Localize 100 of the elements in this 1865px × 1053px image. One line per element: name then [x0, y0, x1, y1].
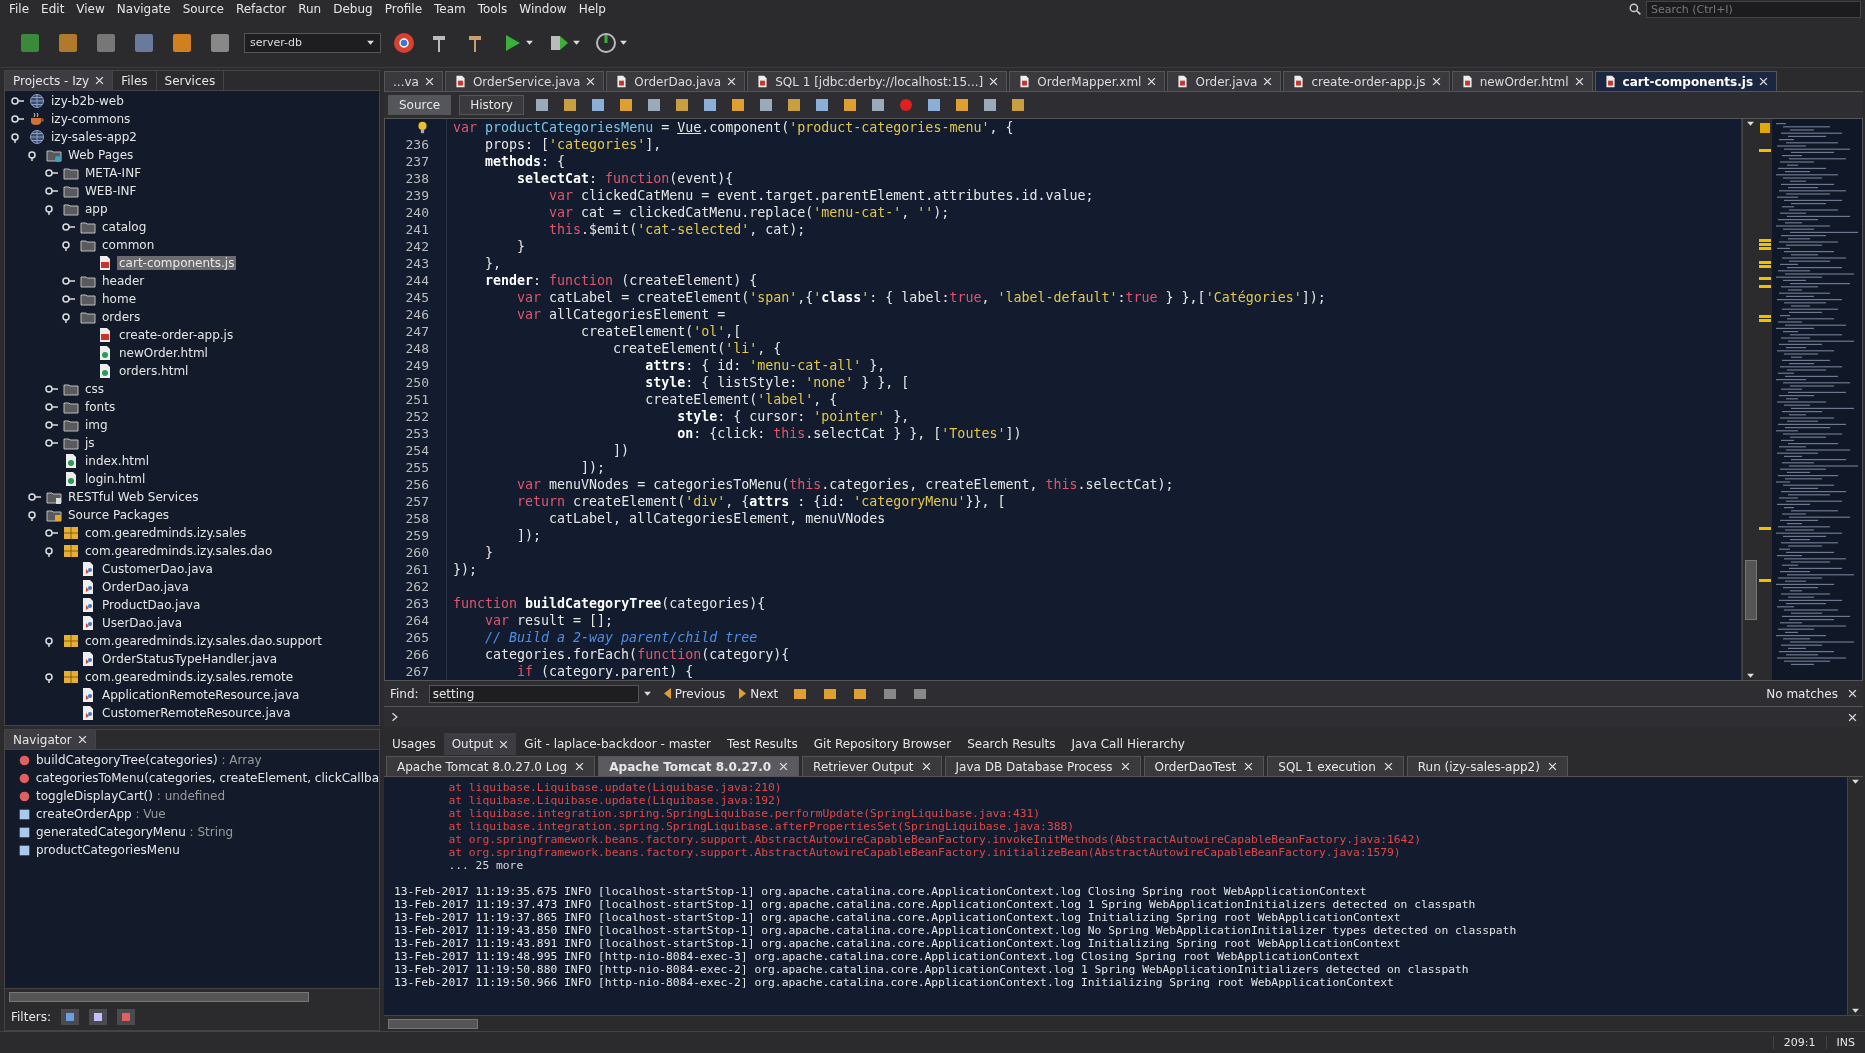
- expand-toggle-icon[interactable]: [62, 275, 76, 287]
- search-field[interactable]: Search (Ctrl+I): [1646, 0, 1861, 18]
- tree-item[interactable]: Source Packages: [66, 508, 172, 522]
- expand-toggle-icon[interactable]: [62, 293, 76, 305]
- tree-item[interactable]: RESTful Web Services: [66, 490, 201, 504]
- tree-item[interactable]: com.gearedminds.izy.sales.remote: [83, 670, 296, 684]
- panel-tab[interactable]: Files: [113, 71, 157, 90]
- menu-item[interactable]: Source: [177, 2, 229, 16]
- editor-tab[interactable]: cart-components.js: [1594, 71, 1778, 91]
- expand-toggle-icon[interactable]: [45, 383, 59, 395]
- menu-item[interactable]: Window: [514, 2, 572, 16]
- editor-tab[interactable]: create-order-app.js: [1283, 71, 1450, 91]
- panel-tab[interactable]: Services: [156, 71, 225, 90]
- output-tab[interactable]: Usages: [384, 733, 444, 755]
- expand-toggle-icon[interactable]: [45, 527, 59, 539]
- tree-item[interactable]: OrderStatusTypeHandler.java: [100, 652, 279, 666]
- output-subtab[interactable]: Retriever Output: [802, 756, 942, 776]
- expand-toggle-icon[interactable]: [45, 401, 59, 413]
- tree-item[interactable]: Web Pages: [66, 148, 136, 162]
- output-tab[interactable]: Search Results: [959, 733, 1064, 755]
- tree-item[interactable]: index.html: [83, 454, 151, 468]
- tree-item[interactable]: app: [83, 202, 110, 216]
- editor-tab[interactable]: OrderDao.java: [606, 71, 746, 91]
- filter-icon[interactable]: [89, 1009, 107, 1025]
- tree-item[interactable]: ApplicationRemoteResource.java: [100, 688, 302, 702]
- tree-item[interactable]: izy-b2b-web: [49, 94, 126, 108]
- tree-item[interactable]: login.html: [83, 472, 148, 486]
- menu-item[interactable]: File: [4, 2, 35, 16]
- next-button[interactable]: Next: [737, 686, 781, 701]
- menu-item[interactable]: Profile: [379, 2, 427, 16]
- tree-item[interactable]: cart-components.js: [117, 256, 237, 270]
- tree-item[interactable]: img: [83, 418, 110, 432]
- menu-item[interactable]: Run: [293, 2, 327, 16]
- menu-item[interactable]: Debug: [328, 2, 378, 16]
- scrollbar-thumb[interactable]: [9, 991, 309, 1002]
- tree-item[interactable]: izy-sales-app2: [49, 130, 139, 144]
- tree-item[interactable]: create-order-app.js: [117, 328, 236, 342]
- tree-item[interactable]: catalog: [100, 220, 149, 234]
- view-tab[interactable]: History: [459, 95, 524, 115]
- output-tab[interactable]: Git - laplace-backdoor - master: [516, 733, 719, 755]
- output-tab[interactable]: Test Results: [718, 733, 806, 755]
- expand-toggle-icon[interactable]: [45, 167, 59, 179]
- tree-item[interactable]: newOrder.html: [117, 346, 210, 360]
- scrollbar-thumb[interactable]: [1744, 559, 1757, 620]
- editor-tab[interactable]: Order.java: [1167, 71, 1282, 91]
- tree-item[interactable]: com.gearedminds.izy.sales.dao: [83, 544, 275, 558]
- tree-item[interactable]: orders.html: [117, 364, 191, 378]
- editor-tab[interactable]: ...va: [384, 71, 443, 91]
- navigator-item[interactable]: buildCategoryTree(categories) : Array: [36, 753, 262, 767]
- expand-toggle-icon[interactable]: [11, 113, 25, 125]
- lightbulb-icon[interactable]: [416, 121, 429, 134]
- tree-item[interactable]: fonts: [83, 400, 118, 414]
- editor-tab[interactable]: newOrder.html: [1451, 71, 1593, 91]
- tree-item[interactable]: common: [100, 238, 157, 252]
- output-tab[interactable]: Java Call Hierarchy: [1063, 733, 1193, 755]
- navigator-item[interactable]: toggleDisplayCart() : undefined: [36, 789, 225, 803]
- filter-icon[interactable]: [117, 1009, 135, 1025]
- find-field[interactable]: setting: [428, 684, 639, 703]
- tree-item[interactable]: META-INF: [83, 166, 144, 180]
- scrollbar[interactable]: [1742, 119, 1758, 680]
- menu-item[interactable]: Help: [573, 2, 611, 16]
- expand-toggle-icon[interactable]: [45, 437, 59, 449]
- tree-item[interactable]: header: [100, 274, 147, 288]
- editor-tab[interactable]: OrderMapper.xml: [1009, 71, 1166, 91]
- tree-item[interactable]: js: [83, 436, 97, 450]
- output-subtab[interactable]: SQL 1 execution: [1267, 756, 1404, 776]
- panel-tab[interactable]: Projects - Izy: [5, 71, 114, 90]
- scrollbar[interactable]: [1847, 777, 1863, 1015]
- expand-toggle-icon[interactable]: [62, 221, 76, 233]
- output-tab[interactable]: Output: [443, 733, 517, 755]
- menu-item[interactable]: Edit: [36, 2, 70, 16]
- output-subtab[interactable]: OrderDaoTest: [1143, 756, 1265, 776]
- expand-toggle-icon[interactable]: [11, 95, 25, 107]
- tree-item[interactable]: WEB-INF: [83, 184, 139, 198]
- expand-toggle-icon[interactable]: [28, 491, 42, 503]
- panel-tab[interactable]: Navigator: [5, 730, 96, 749]
- navigator-item[interactable]: createOrderApp : Vue: [36, 807, 166, 821]
- tree-item[interactable]: css: [83, 382, 107, 396]
- view-tab[interactable]: Source: [388, 95, 452, 115]
- configuration-dropdown[interactable]: server-db: [244, 32, 381, 53]
- tree-item[interactable]: izy-commons: [49, 112, 133, 126]
- navigator-item[interactable]: categoriesToMenu(categories, createElement, clickCallba: [35, 771, 379, 785]
- tree-item[interactable]: com.gearedminds.izy.sales.dao.support: [83, 634, 324, 648]
- tree-item[interactable]: UserDao.java: [100, 616, 185, 630]
- menu-item[interactable]: Refactor: [230, 2, 292, 16]
- previous-button[interactable]: Previous: [661, 686, 728, 701]
- filter-icon[interactable]: [61, 1009, 79, 1025]
- tree-item[interactable]: CustomerRemoteResource.java: [100, 706, 293, 720]
- expand-toggle-icon[interactable]: [45, 185, 59, 197]
- output-subtab[interactable]: Java DB Database Process: [944, 756, 1141, 776]
- expand-toggle-icon[interactable]: [45, 419, 59, 431]
- menu-item[interactable]: Navigate: [111, 2, 176, 16]
- menu-item[interactable]: Team: [429, 2, 471, 16]
- code-editor[interactable]: [384, 118, 1863, 681]
- navigator-item[interactable]: productCategoriesMenu: [36, 843, 180, 857]
- tree-item[interactable]: CustomerDao.java: [100, 562, 215, 576]
- scrollbar-thumb[interactable]: [388, 1018, 478, 1029]
- tree-item[interactable]: com.gearedminds.izy.sales: [83, 526, 249, 540]
- tree-item[interactable]: OrderDao.java: [100, 580, 191, 594]
- tree-item[interactable]: home: [100, 292, 139, 306]
